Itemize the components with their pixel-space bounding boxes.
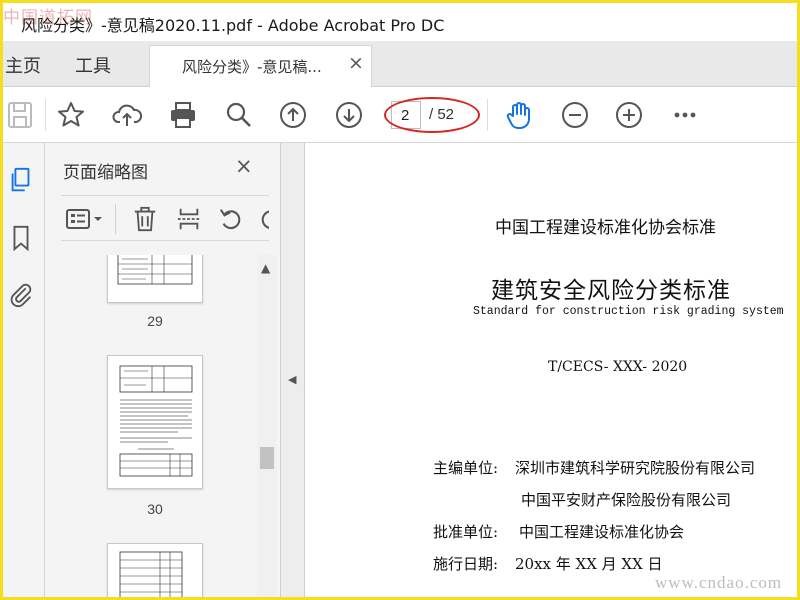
- attachment-icon[interactable]: [6, 279, 36, 309]
- toolbar-divider: [115, 204, 116, 234]
- zoom-in-icon[interactable]: [613, 99, 645, 131]
- close-panel-button[interactable]: ×: [235, 154, 253, 178]
- thumbnail-panel: 页面缩略图 × 29 30 ▲: [45, 143, 281, 597]
- site-watermark: www.cndao.com: [655, 573, 783, 592]
- toolbar: / 52: [3, 87, 797, 143]
- doc-title: 建筑安全风险分类标准: [491, 278, 731, 304]
- thumbnail-scrollbar[interactable]: ▲: [257, 255, 277, 597]
- scrollbar-thumb[interactable]: [260, 447, 274, 469]
- collapse-arrow-icon[interactable]: ◀: [288, 373, 296, 386]
- tab-tools[interactable]: 工具: [75, 52, 111, 78]
- page-thumbnail[interactable]: [107, 355, 203, 489]
- tab-bar: 主页 工具 风险分类》-意见稿... ×: [3, 41, 797, 87]
- doc-row-value: 深圳市建筑科学研究院股份有限公司: [515, 459, 756, 477]
- star-icon[interactable]: [55, 99, 87, 131]
- bookmark-icon[interactable]: [6, 223, 36, 253]
- tab-home[interactable]: 主页: [5, 52, 41, 78]
- zoom-out-icon[interactable]: [559, 99, 591, 131]
- rotate-counterclockwise-icon[interactable]: [217, 205, 245, 233]
- thumbnail-label: 30: [147, 501, 163, 517]
- doc-row-label: 主编单位:: [433, 459, 499, 477]
- thumbnail-options-icon[interactable]: [65, 205, 105, 233]
- rotate-clockwise-icon[interactable]: [257, 205, 269, 233]
- navigation-rail: [3, 143, 45, 597]
- extract-pages-icon[interactable]: [175, 205, 203, 233]
- scroll-up-icon[interactable]: ▲: [261, 261, 270, 275]
- highlight-annotation: [384, 97, 480, 133]
- more-icon[interactable]: [669, 99, 701, 131]
- title-bar: 中国道拓网 风险分类》-意见稿2020.11.pdf - Adobe Acrob…: [3, 3, 797, 41]
- document-tab-label: 风险分类》-意见稿...: [182, 58, 322, 76]
- panel-title: 页面缩略图: [63, 163, 148, 183]
- delete-icon[interactable]: [131, 205, 159, 233]
- acrobat-window: 中国道拓网 风险分类》-意见稿2020.11.pdf - Adobe Acrob…: [3, 3, 797, 597]
- doc-standard-code: T/CECS- XXX- 2020: [548, 359, 688, 375]
- doc-row-value: 20xx 年 XX 月 XX 日: [515, 555, 663, 573]
- thumbnail-list: 29 30: [45, 255, 263, 597]
- hand-tool-icon[interactable]: [503, 99, 535, 131]
- doc-subtitle: Standard for construction risk grading s…: [473, 305, 784, 318]
- doc-row-value: 中国平安财产保险股份有限公司: [521, 491, 732, 509]
- page-thumbnail[interactable]: [107, 543, 203, 597]
- search-icon[interactable]: [223, 99, 255, 131]
- panel-collapse-strip[interactable]: ◀: [281, 143, 305, 597]
- doc-row-value: 中国工程建设标准化协会: [519, 523, 685, 541]
- thumbnail-toolbar: [61, 195, 269, 241]
- toolbar-divider: [487, 99, 488, 131]
- print-icon[interactable]: [167, 99, 199, 131]
- thumbnail-label: 29: [147, 313, 163, 329]
- page-thumbnail[interactable]: [107, 255, 203, 303]
- page-thumbnails-icon[interactable]: [6, 165, 36, 195]
- page-down-icon[interactable]: [333, 99, 365, 131]
- doc-heading: 中国工程建设标准化协会标准: [495, 218, 716, 238]
- toolbar-divider: [45, 99, 46, 131]
- tab-document[interactable]: 风险分类》-意见稿... ×: [149, 45, 372, 87]
- save-icon[interactable]: [5, 99, 37, 131]
- doc-row-label: 施行日期:: [433, 555, 499, 573]
- window-title: 风险分类》-意见稿2020.11.pdf - Adobe Acrobat Pro…: [21, 16, 445, 35]
- close-tab-button[interactable]: ×: [348, 52, 364, 74]
- doc-row-label: 批准单位:: [433, 523, 499, 541]
- document-page: 中国工程建设标准化协会标准 建筑安全风险分类标准 Standard for co…: [305, 143, 797, 597]
- page-up-icon[interactable]: [277, 99, 309, 131]
- cloud-upload-icon[interactable]: [111, 99, 143, 131]
